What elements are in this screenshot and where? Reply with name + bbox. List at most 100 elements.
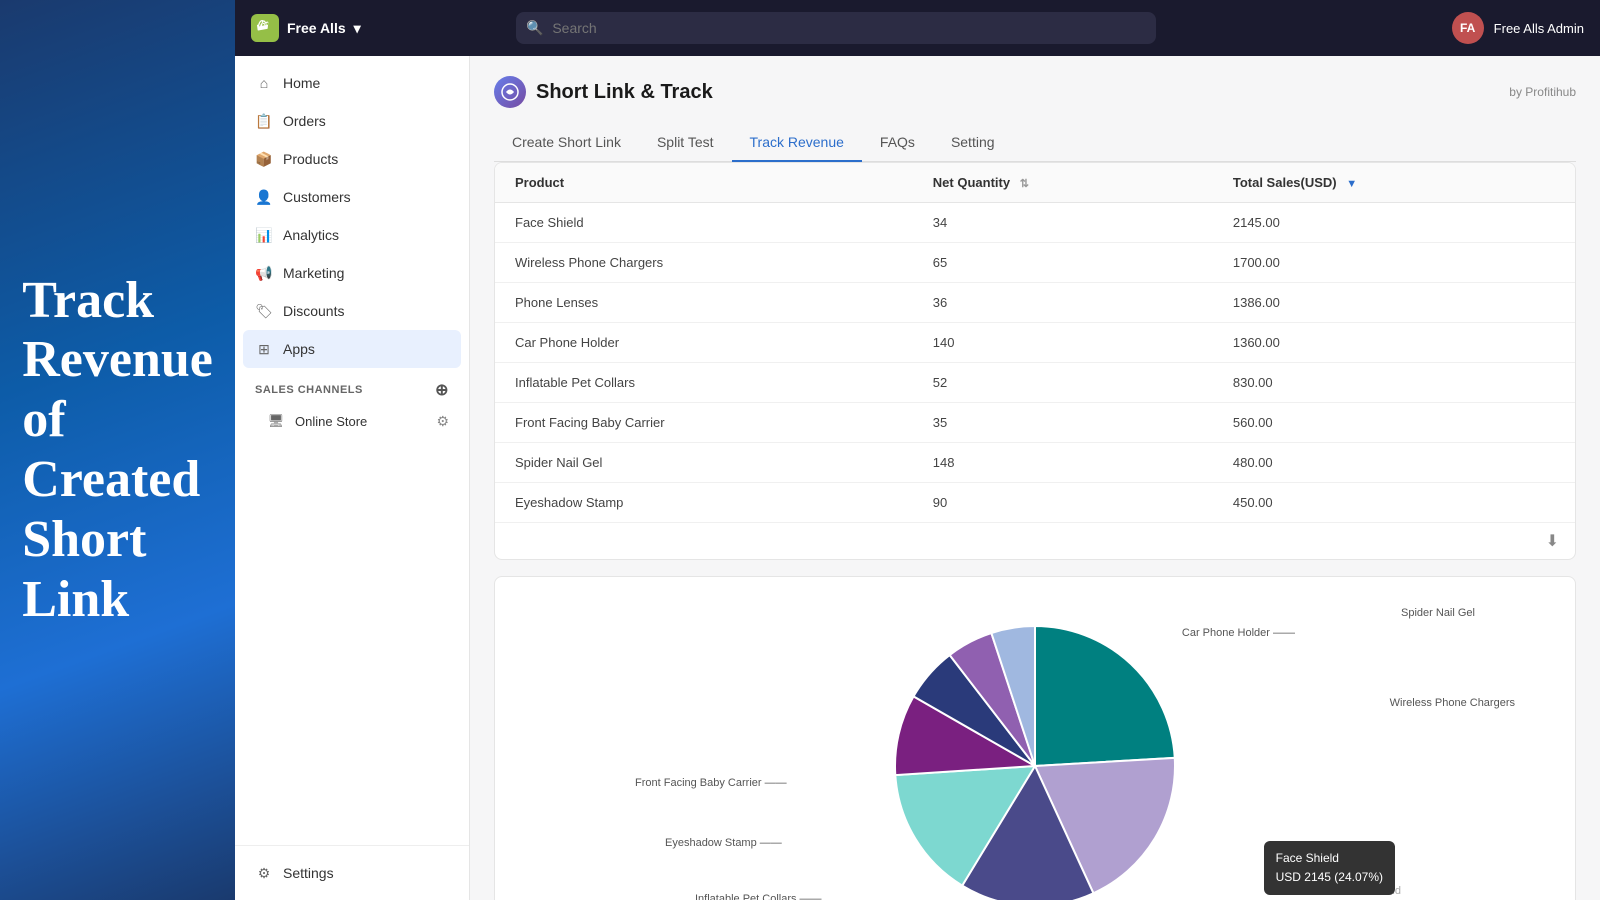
app-body: ⌂ Home 📋 Orders 📦 Products 👤 Customers 📊… — [235, 56, 1600, 900]
table-row: Inflatable Pet Collars 52 830.00 — [495, 363, 1575, 403]
add-channel-icon[interactable]: ⊕ — [435, 380, 449, 400]
sidebar-item-label: Settings — [283, 865, 334, 881]
download-row: ⬇ — [495, 522, 1575, 559]
app-icon — [494, 76, 526, 108]
shopify-area: Free Alls ▾ 🔍 FA Free Alls Admin ⌂ Home … — [235, 0, 1600, 900]
sidebar-item-customers[interactable]: 👤 Customers — [235, 178, 469, 216]
table-row: Eyeshadow Stamp 90 450.00 — [495, 483, 1575, 523]
sidebar-item-label: Discounts — [283, 303, 344, 319]
cell-product: Inflatable Pet Collars — [495, 363, 913, 403]
nav-right: FA Free Alls Admin — [1452, 12, 1584, 44]
online-store-icon: 🖥 — [267, 412, 285, 430]
tab-setting[interactable]: Setting — [933, 124, 1013, 162]
cell-total-sales: 1386.00 — [1213, 283, 1575, 323]
revenue-table: Product Net Quantity ⇅ Total Sales(USD) … — [495, 163, 1575, 522]
sidebar-item-online-store[interactable]: 🖥 Online Store ⚙ — [235, 404, 469, 438]
marketing-icon: 📢 — [255, 264, 273, 282]
tab-track-revenue[interactable]: Track Revenue — [732, 124, 862, 162]
shopify-logo-icon — [251, 14, 279, 42]
pie-chart-svg — [835, 596, 1235, 900]
table-row: Wireless Phone Chargers 65 1700.00 — [495, 243, 1575, 283]
tab-faqs[interactable]: FAQs — [862, 124, 933, 162]
cell-total-sales: 830.00 — [1213, 363, 1575, 403]
analytics-icon: 📊 — [255, 226, 273, 244]
sidebar-item-label: Products — [283, 151, 338, 167]
sidebar-item-settings[interactable]: ⚙ Settings — [235, 854, 469, 892]
sidebar-item-analytics[interactable]: 📊 Analytics — [235, 216, 469, 254]
settings-icon: ⚙ — [255, 864, 273, 882]
tabs: Create Short Link Split Test Track Reven… — [494, 124, 1576, 162]
page-title: Short Link & Track — [536, 81, 713, 104]
search-input[interactable] — [516, 12, 1156, 44]
sidebar: ⌂ Home 📋 Orders 📦 Products 👤 Customers 📊… — [235, 56, 470, 900]
sidebar-item-discounts[interactable]: 🏷 Discounts — [235, 292, 469, 330]
sidebar-item-label: Customers — [283, 189, 351, 205]
sidebar-item-label: Home — [283, 75, 320, 91]
chart-wrapper: Car Phone Holder —— Spider Nail Gel Wire… — [515, 597, 1555, 900]
sidebar-item-label: Analytics — [283, 227, 339, 243]
table-row: Face Shield 34 2145.00 — [495, 203, 1575, 243]
cell-net-qty: 34 — [913, 203, 1213, 243]
download-icon[interactable]: ⬇ — [1546, 531, 1559, 551]
cell-total-sales: 480.00 — [1213, 443, 1575, 483]
top-nav: Free Alls ▾ 🔍 FA Free Alls Admin — [235, 0, 1600, 56]
store-name: Free Alls — [287, 20, 346, 36]
sidebar-item-label: Marketing — [283, 265, 344, 281]
revenue-table-card: Product Net Quantity ⇅ Total Sales(USD) … — [494, 162, 1576, 560]
label-inflatable-pet-collars: Inflatable Pet Collars —— — [695, 893, 822, 900]
page-header: Short Link & Track by Profitihub — [494, 76, 1576, 108]
cell-net-qty: 36 — [913, 283, 1213, 323]
store-dropdown-icon[interactable]: ▾ — [354, 20, 361, 37]
cell-net-qty: 65 — [913, 243, 1213, 283]
filter-icon[interactable]: ▼ — [1346, 178, 1357, 190]
sidebar-item-home[interactable]: ⌂ Home — [235, 64, 469, 102]
orders-icon: 📋 — [255, 112, 273, 130]
cell-product: Face Shield — [495, 203, 913, 243]
page-header-left: Short Link & Track — [494, 76, 713, 108]
cell-total-sales: 450.00 — [1213, 483, 1575, 523]
sidebar-item-apps[interactable]: ⊞ Apps — [243, 330, 461, 368]
sidebar-item-label: Orders — [283, 113, 326, 129]
face-shield-arrow-label: ← Face Shield — [1329, 885, 1401, 897]
col-product: Product — [495, 163, 913, 203]
label-eyeshadow-stamp: Eyeshadow Stamp —— — [665, 837, 782, 849]
search-icon: 🔍 — [526, 20, 543, 37]
label-wireless-phone-chargers: Wireless Phone Chargers — [1390, 697, 1515, 709]
table-row: Car Phone Holder 140 1360.00 — [495, 323, 1575, 363]
sidebar-item-marketing[interactable]: 📢 Marketing — [235, 254, 469, 292]
tab-create-short-link[interactable]: Create Short Link — [494, 124, 639, 162]
label-car-phone-holder: Car Phone Holder —— — [1182, 627, 1295, 639]
sidebar-item-label: Apps — [283, 341, 315, 357]
cell-total-sales: 1360.00 — [1213, 323, 1575, 363]
store-logo[interactable]: Free Alls ▾ — [251, 14, 361, 42]
cell-net-qty: 140 — [913, 323, 1213, 363]
cell-net-qty: 148 — [913, 443, 1213, 483]
label-spider-nail-gel: Spider Nail Gel — [1401, 607, 1475, 619]
left-panel: TrackRevenueofCreatedShortLink — [0, 0, 235, 900]
pie-chart-container: Car Phone Holder —— Spider Nail Gel Wire… — [494, 576, 1576, 900]
label-front-facing-baby-carrier: Front Facing Baby Carrier —— — [635, 777, 787, 789]
cell-net-qty: 90 — [913, 483, 1213, 523]
table-row: Spider Nail Gel 148 480.00 — [495, 443, 1575, 483]
col-net-quantity: Net Quantity ⇅ — [913, 163, 1213, 203]
pie-segment-face-shield[interactable] — [1035, 626, 1175, 766]
cell-product: Eyeshadow Stamp — [495, 483, 913, 523]
cell-net-qty: 35 — [913, 403, 1213, 443]
sales-channels-header: SALES CHANNELS ⊕ — [235, 368, 469, 404]
customers-icon: 👤 — [255, 188, 273, 206]
cell-product: Car Phone Holder — [495, 323, 913, 363]
cell-product: Phone Lenses — [495, 283, 913, 323]
cell-product: Spider Nail Gel — [495, 443, 913, 483]
sidebar-footer: ⚙ Settings — [235, 845, 469, 892]
table-header-row: Product Net Quantity ⇅ Total Sales(USD) … — [495, 163, 1575, 203]
sidebar-item-orders[interactable]: 📋 Orders — [235, 102, 469, 140]
search-bar: 🔍 — [516, 12, 1156, 44]
sort-icon[interactable]: ⇅ — [1020, 178, 1029, 190]
cell-total-sales: 560.00 — [1213, 403, 1575, 443]
online-store-settings-icon[interactable]: ⚙ — [436, 413, 449, 430]
table-row: Phone Lenses 36 1386.00 — [495, 283, 1575, 323]
sidebar-item-products[interactable]: 📦 Products — [235, 140, 469, 178]
admin-name: Free Alls Admin — [1494, 21, 1584, 36]
cell-total-sales: 2145.00 — [1213, 203, 1575, 243]
tab-split-test[interactable]: Split Test — [639, 124, 732, 162]
